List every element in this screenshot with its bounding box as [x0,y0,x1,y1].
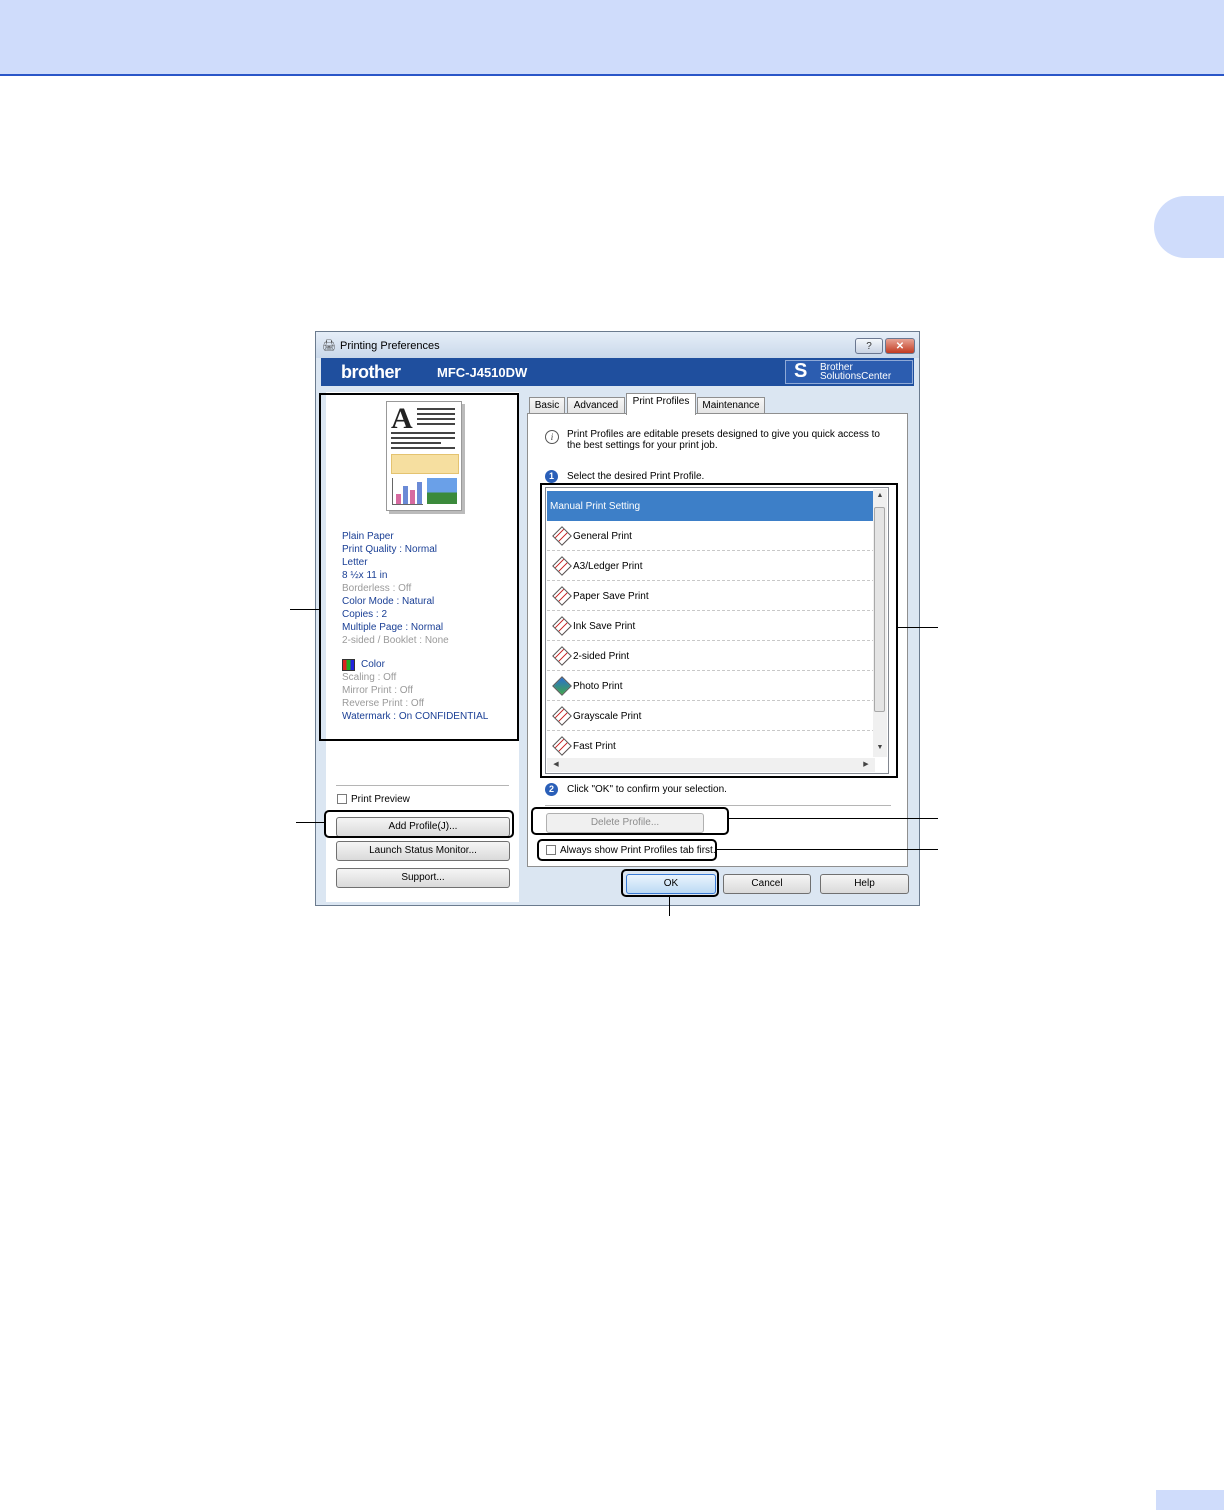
tab-print-profiles[interactable]: Print Profiles [626,393,696,415]
page-header-band [0,0,1224,76]
callout-line [729,818,938,819]
cancel-button[interactable]: Cancel [723,874,811,894]
callout-add-profile-ring [324,810,514,838]
callout-line [669,897,670,916]
callout-line [290,609,319,610]
callout-list-frame [540,483,898,778]
launch-status-monitor-button[interactable]: Launch Status Monitor... [336,841,510,861]
solutions-center-button[interactable]: S Brother SolutionsCenter [785,360,913,384]
step-1-badge: 1 [545,470,558,483]
support-button[interactable]: Support... [336,868,510,888]
window-title: Printing Preferences [340,340,440,352]
callout-summary-frame [319,393,519,741]
page-number-tab [1156,1490,1224,1510]
tab-maintenance[interactable]: Maintenance [697,397,765,414]
info-icon: i [545,430,559,444]
brand-banner: brother MFC-J4510DW S Brother SolutionsC… [321,358,914,386]
printer-icon: 🖨 [322,340,336,352]
divider [336,785,509,786]
callout-line [898,627,938,628]
solutions-center-label: Brother SolutionsCenter [820,362,892,382]
callout-delete-profile-ring [531,807,729,835]
print-preview-label: Print Preview [351,794,410,805]
close-button[interactable]: ✕ [885,338,915,354]
callout-line [296,822,324,823]
info-text: Print Profiles are editable presets desi… [567,429,880,451]
step-2-badge: 2 [545,783,558,796]
swirl-icon: S [794,360,808,382]
model-name: MFC-J4510DW [437,365,528,380]
chapter-tab [1154,196,1224,258]
print-preview-checkbox[interactable]: Print Preview [337,794,410,805]
step-1-text: Select the desired Print Profile. [567,471,705,482]
callout-line [717,849,938,850]
tab-basic[interactable]: Basic [529,397,565,414]
callout-always-show-ring [537,839,717,861]
step-2-text: Click "OK" to confirm your selection. [567,784,727,795]
divider [545,805,891,806]
callout-ok-ring [621,869,719,897]
title-bar[interactable]: 🖨 Printing Preferences ? ✕ [316,332,919,358]
help-title-button[interactable]: ? [855,338,883,354]
checkbox-box[interactable] [337,794,347,805]
help-button[interactable]: Help [820,874,909,894]
brand-logo: brother [341,362,401,382]
tab-advanced[interactable]: Advanced [567,397,625,414]
